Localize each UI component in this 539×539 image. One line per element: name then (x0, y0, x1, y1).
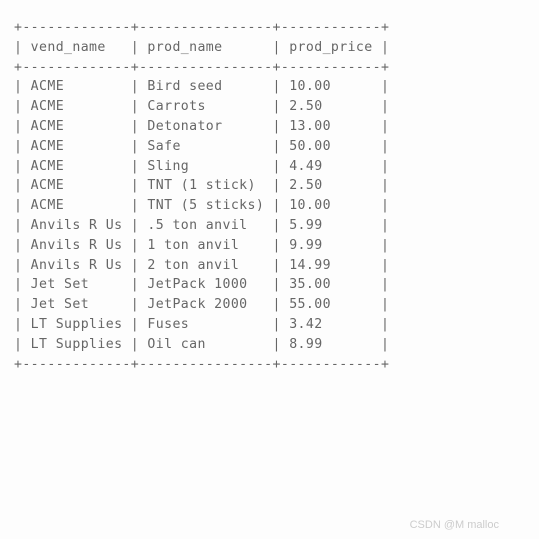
table-row: | ACME | Safe | 50.00 | (14, 137, 525, 157)
table-row: | Anvils R Us | .5 ton anvil | 5.99 | (14, 216, 525, 236)
table-row: | Jet Set | JetPack 1000 | 35.00 | (14, 275, 525, 295)
table-border: +-------------+----------------+--------… (14, 18, 525, 38)
table-row: | ACME | TNT (1 stick) | 2.50 | (14, 176, 525, 196)
table-row: | Anvils R Us | 2 ton anvil | 14.99 | (14, 256, 525, 276)
table-row: | ACME | Detonator | 13.00 | (14, 117, 525, 137)
table-header: | vend_name | prod_name | prod_price | (14, 38, 525, 58)
table-row: | ACME | Bird seed | 10.00 | (14, 77, 525, 97)
table-row: | ACME | Carrots | 2.50 | (14, 97, 525, 117)
table-row: | Jet Set | JetPack 2000 | 55.00 | (14, 295, 525, 315)
table-row: | LT Supplies | Oil can | 8.99 | (14, 335, 525, 355)
table-row: | ACME | Sling | 4.49 | (14, 157, 525, 177)
table-border: +-------------+----------------+--------… (14, 355, 525, 375)
ascii-table: +-------------+----------------+--------… (14, 18, 525, 374)
table-row: | Anvils R Us | 1 ton anvil | 9.99 | (14, 236, 525, 256)
table-border: +-------------+----------------+--------… (14, 58, 525, 78)
table-row: | ACME | TNT (5 sticks) | 10.00 | (14, 196, 525, 216)
watermark: CSDN @M malloc (410, 517, 499, 534)
table-row: | LT Supplies | Fuses | 3.42 | (14, 315, 525, 335)
